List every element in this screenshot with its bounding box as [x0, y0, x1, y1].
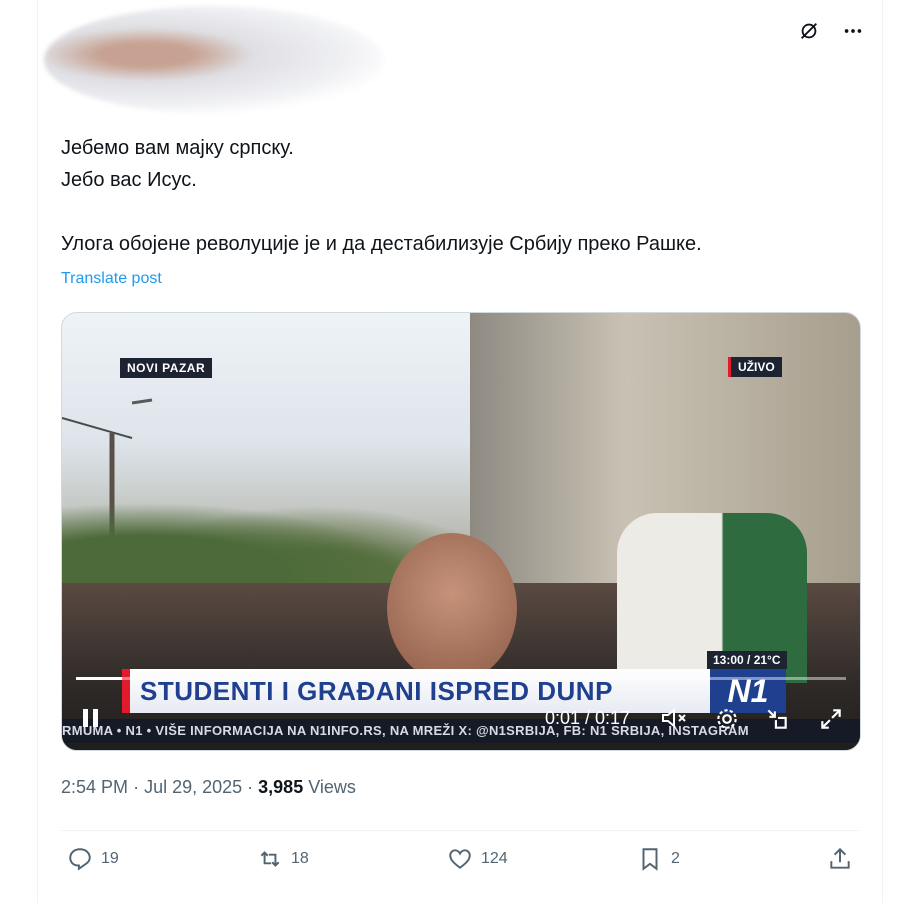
time-temperature-tag: 13:00 / 21°C	[707, 651, 787, 669]
views-count: 3,985	[258, 777, 304, 797]
meta-separator: ·	[247, 777, 259, 797]
reply-button[interactable]: 19	[67, 846, 119, 872]
reply-count: 19	[101, 850, 119, 867]
post-line-3: Улога обојене револуције је и да дестаби…	[61, 233, 702, 255]
post-line-2: Јебо вас Исус.	[61, 169, 197, 191]
divider	[61, 830, 859, 831]
views-label: Views	[308, 777, 356, 797]
person-head	[387, 533, 517, 683]
video-player[interactable]: NOVI PAZAR UŽIVO 13:00 / 21°C STUDENTI I…	[61, 312, 861, 751]
timeline-border-left	[37, 0, 38, 903]
video-progress-fill	[76, 677, 123, 680]
bookmark-count: 2	[671, 850, 680, 867]
pip-icon[interactable]	[764, 706, 790, 737]
meta-separator: ·	[133, 777, 145, 797]
video-controls: 0:01 / 0:17	[62, 698, 860, 738]
post-text: Јебемо вам мајку српску. Јебо вас Исус. …	[61, 132, 861, 260]
fullscreen-icon[interactable]	[818, 706, 844, 737]
post-date[interactable]: Jul 29, 2025	[144, 777, 242, 797]
more-icon[interactable]	[840, 18, 866, 44]
share-icon	[830, 847, 850, 869]
pause-icon[interactable]	[80, 706, 102, 735]
reply-icon	[69, 848, 91, 871]
post-top-actions	[796, 18, 866, 44]
post-actions: 19 18 124 2	[61, 846, 859, 882]
bookmark-icon	[642, 848, 658, 871]
settings-icon[interactable]	[714, 706, 740, 737]
author-header-redacted	[44, 6, 384, 114]
mute-icon[interactable]	[660, 706, 690, 735]
bookmark-button[interactable]: 2	[637, 846, 680, 872]
repost-icon	[260, 851, 280, 867]
share-button[interactable]	[827, 846, 853, 872]
repost-count: 18	[291, 850, 309, 867]
post-meta: 2:54 PM · Jul 29, 2025 · 3,985 Views	[61, 777, 356, 798]
location-tag: NOVI PAZAR	[120, 358, 213, 378]
live-tag: UŽIVO	[728, 357, 782, 377]
timeline-border-right	[882, 0, 883, 903]
video-time-readout: 0:01 / 0:17	[545, 708, 631, 728]
like-icon	[449, 849, 471, 869]
like-button[interactable]: 124	[447, 846, 508, 872]
repost-button[interactable]: 18	[257, 846, 309, 872]
post-line-1: Јебемо вам мајку српску.	[61, 137, 294, 159]
post-time[interactable]: 2:54 PM	[61, 777, 128, 797]
translate-post-link[interactable]: Translate post	[61, 270, 162, 288]
video-progress-bar[interactable]	[76, 677, 846, 680]
grok-icon[interactable]	[796, 18, 822, 44]
like-count: 124	[481, 850, 508, 867]
